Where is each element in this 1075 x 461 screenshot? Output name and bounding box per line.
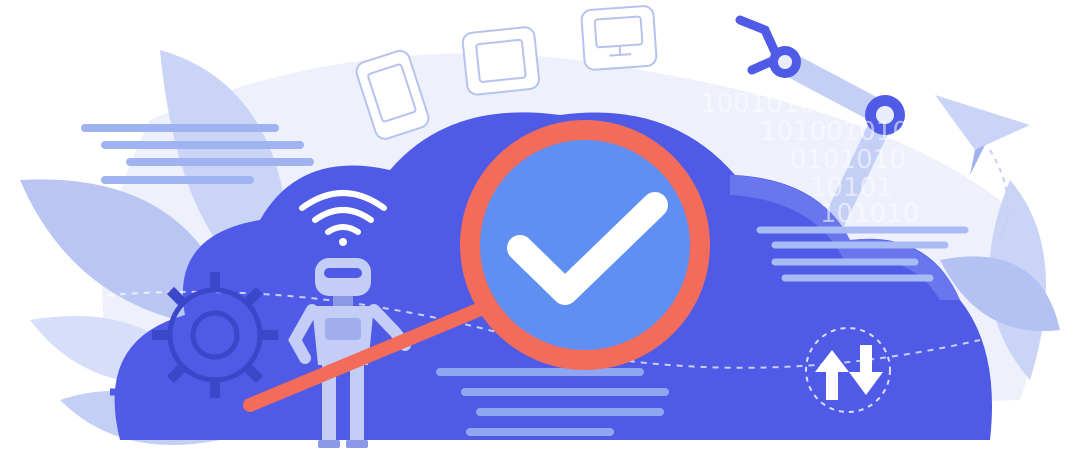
binary-row: 101001010 <box>760 117 909 147</box>
tablet-icon <box>461 26 540 96</box>
illustration-canvas: 1001010 101001010 0101010 10101 101010 <box>20 5 1060 448</box>
binary-row: 0101010 <box>790 145 906 175</box>
cloud-testing-illustration: 1001010 101001010 0101010 10101 101010 <box>0 0 1075 461</box>
binary-row: 1001010 <box>700 89 816 119</box>
monitor-icon <box>580 5 658 71</box>
binary-row: 101010 <box>820 199 919 229</box>
